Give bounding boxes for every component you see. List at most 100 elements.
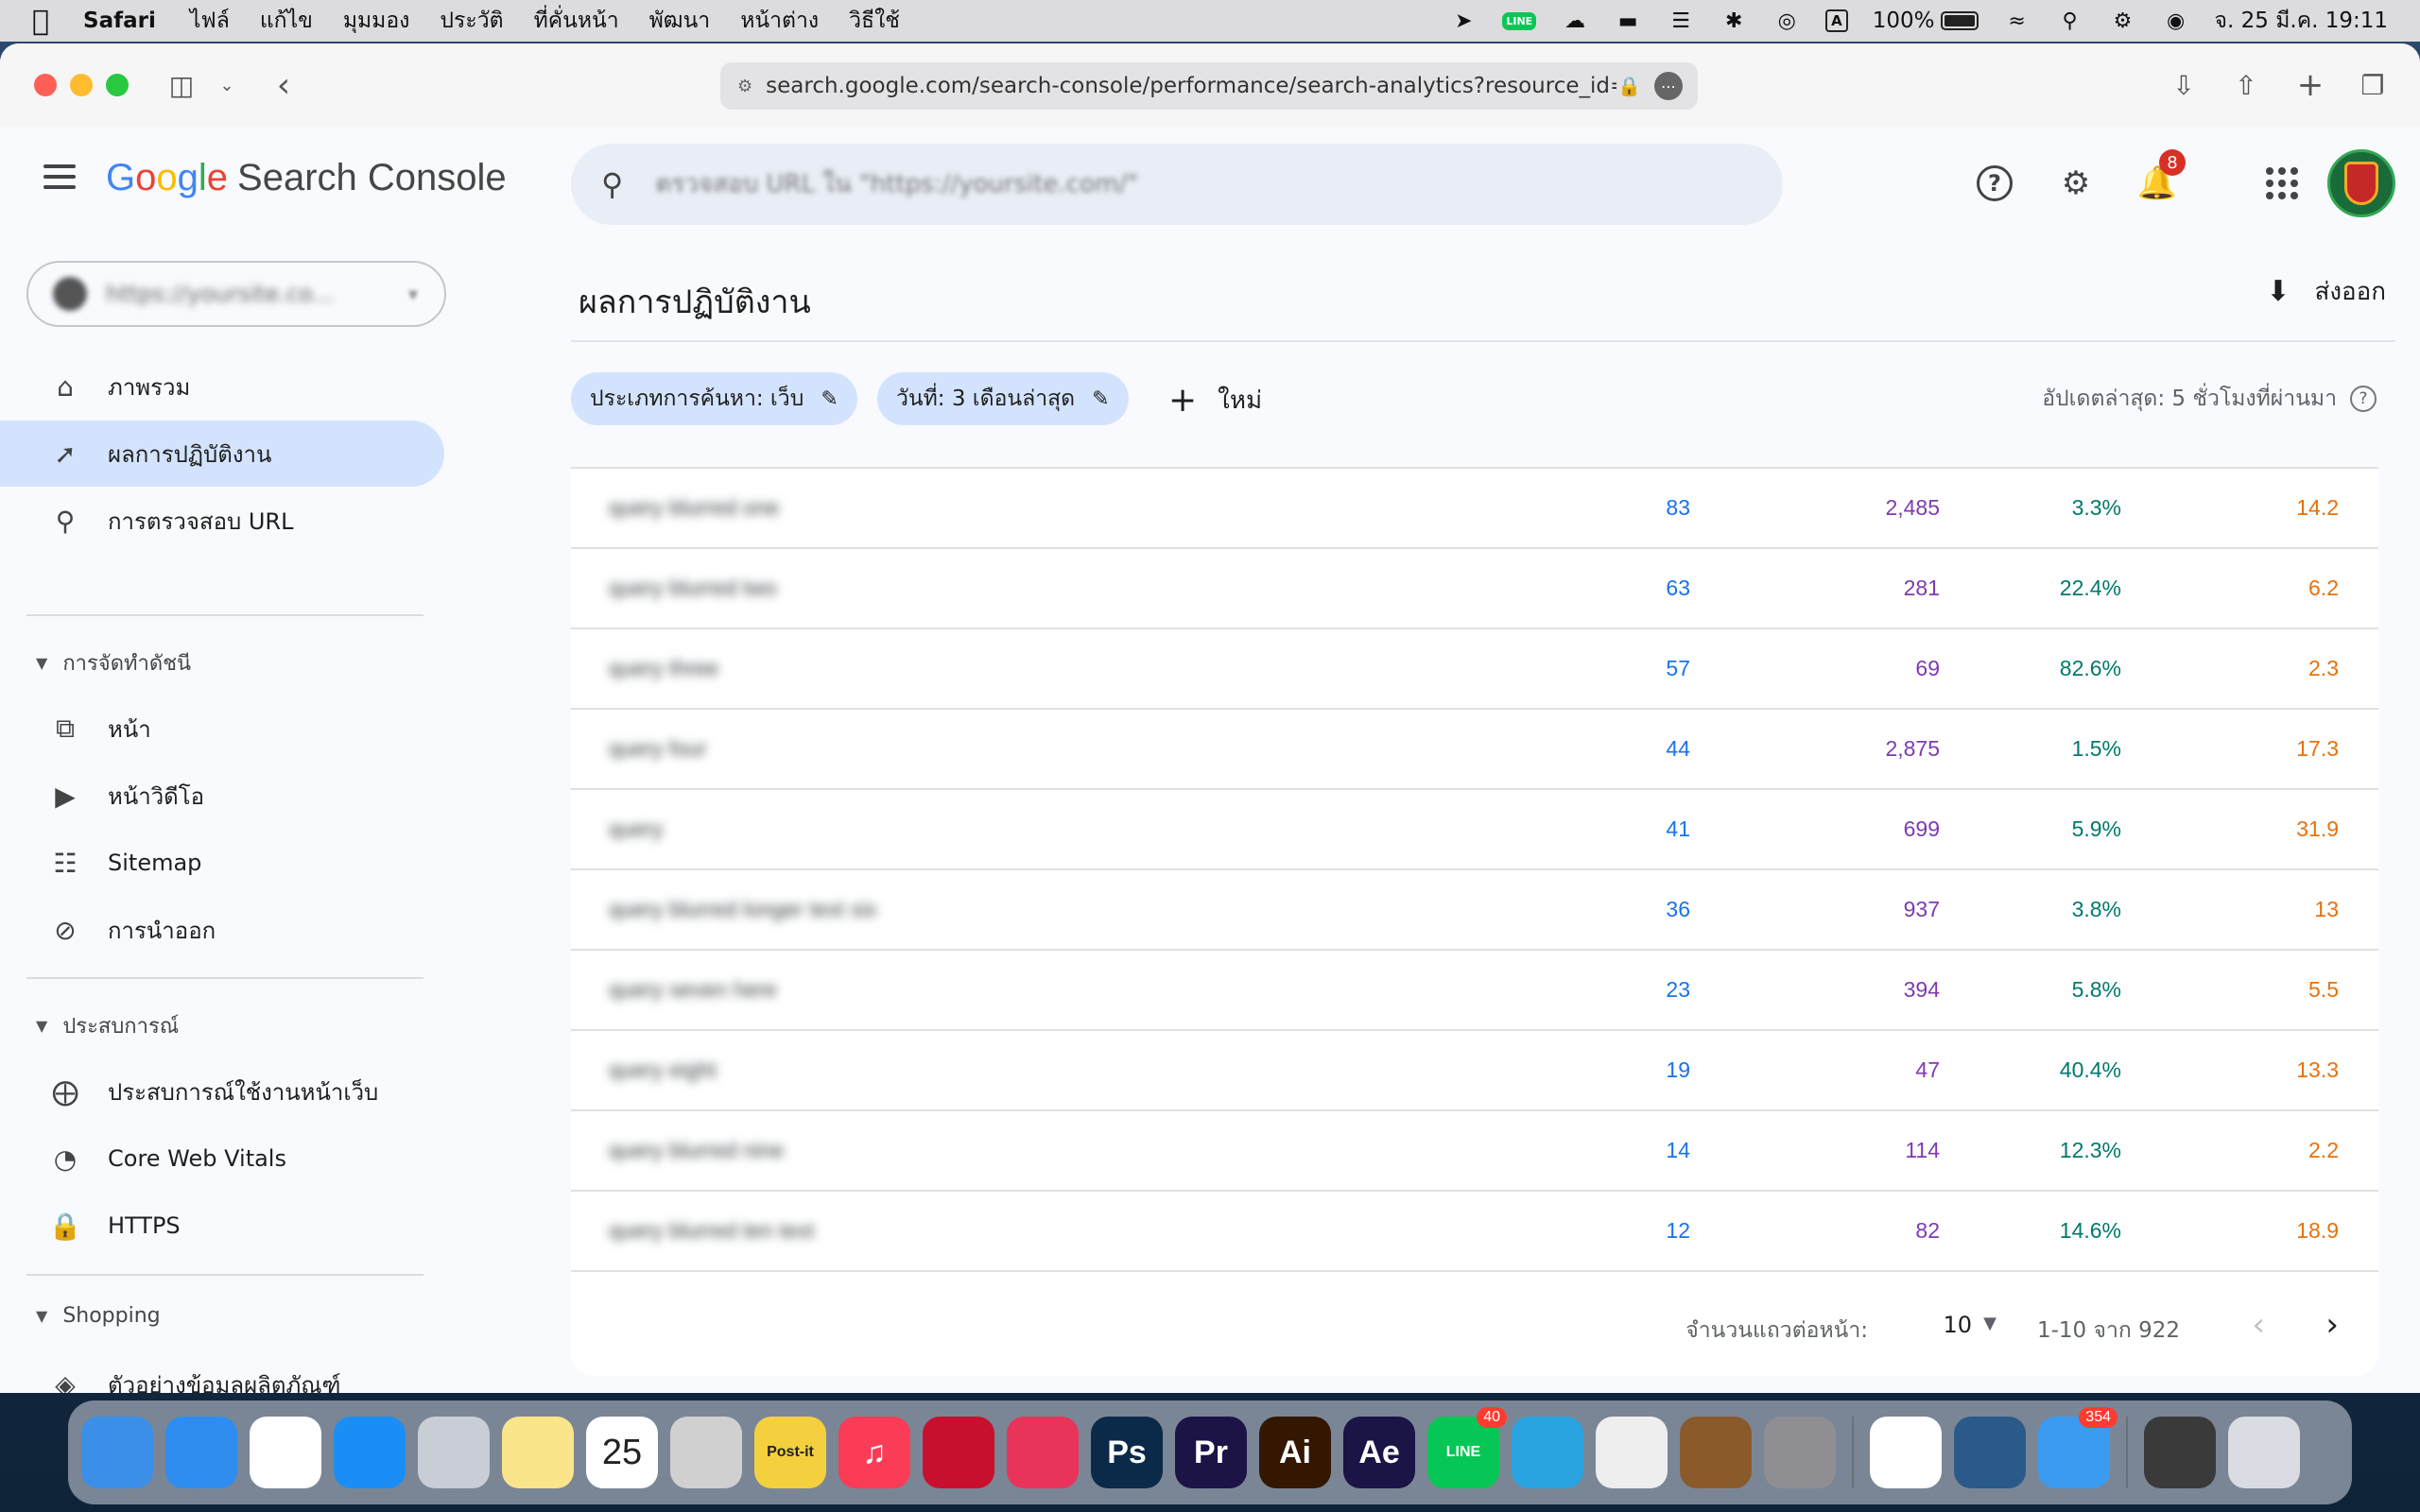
section-indexing[interactable]: ▼ การจัดทำดัชนี — [36, 646, 191, 679]
share-icon[interactable]: ⇧ — [2227, 66, 2265, 104]
menu-window[interactable]: หน้าต่าง — [740, 4, 819, 38]
battery-status[interactable]: 100% — [1873, 9, 1979, 33]
line-menu-icon[interactable]: LINE — [1502, 11, 1537, 30]
search-input[interactable] — [655, 170, 1696, 198]
photoshop-icon[interactable]: Ps — [1091, 1417, 1163, 1488]
table-row[interactable]: query blurred two 63 281 22.4% 6.2 — [571, 549, 2378, 629]
sidebar-item-https[interactable]: 🔒 HTTPS — [0, 1193, 444, 1259]
table-row[interactable]: query eight 19 47 40.4% 13.3 — [571, 1031, 2378, 1111]
search-console-logo[interactable]: Google Search Console — [106, 157, 507, 199]
sidebar-item-url-inspection[interactable]: ⚲ การตรวจสอบ URL — [0, 488, 444, 554]
next-page-button[interactable]: › — [2325, 1306, 2339, 1344]
more-options-icon[interactable]: ⋯ — [1654, 72, 1683, 100]
control-center-icon[interactable]: ⚙ — [2109, 9, 2137, 33]
table-row[interactable]: query four 44 2,875 1.5% 17.3 — [571, 710, 2378, 790]
table-row[interactable]: query blurred one 83 2,485 3.3% 14.2 — [571, 469, 2378, 549]
safari-icon[interactable] — [165, 1417, 237, 1488]
url-inspection-search[interactable]: ⚲ — [571, 144, 1783, 225]
google-apps-icon[interactable] — [2261, 163, 2303, 204]
bluetooth-icon[interactable]: ✱ — [1720, 9, 1748, 33]
add-filter-button[interactable]: + ใหม่ — [1168, 376, 1262, 423]
filter-chip-search-type[interactable]: ประเภทการค้นหา: เว็บ ✎ — [571, 372, 857, 425]
telegram-icon[interactable] — [1512, 1417, 1583, 1488]
after-effects-icon[interactable]: Ae — [1343, 1417, 1415, 1488]
trash-icon[interactable] — [2228, 1417, 2300, 1488]
previous-page-button[interactable]: ‹ — [2252, 1306, 2265, 1344]
help-icon[interactable]: ? — [1974, 163, 2015, 204]
spotlight-search-icon[interactable]: ⚲ — [2056, 9, 2084, 33]
section-shopping[interactable]: ▼ Shopping — [36, 1304, 161, 1328]
sidebar-item-performance[interactable]: ➚ ผลการปฏิบัติงาน — [0, 421, 444, 487]
photos-icon[interactable] — [1870, 1417, 1942, 1488]
acrobat-icon[interactable] — [923, 1417, 994, 1488]
photo-booth-icon[interactable] — [1680, 1417, 1752, 1488]
airdrop-icon[interactable]: ◎ — [1772, 9, 1801, 33]
close-window-button[interactable] — [34, 74, 57, 96]
manage-users-icon[interactable]: ⚙ — [2055, 163, 2097, 204]
site-settings-icon[interactable]: ⚙ — [737, 77, 752, 96]
table-row[interactable]: query blurred longer text six 36 937 3.8% 13 — [571, 870, 2378, 951]
wifi-icon[interactable]: ≈ — [2003, 9, 2031, 33]
quicktime-icon[interactable] — [1954, 1417, 2026, 1488]
input-source-indicator[interactable]: A — [1825, 9, 1848, 32]
sidebar-item-video-pages[interactable]: ▶ หน้าวิดีโอ — [0, 763, 444, 829]
stack-icon[interactable]: ☰ — [1667, 9, 1695, 33]
menu-bookmarks[interactable]: ที่คั่นหน้า — [534, 4, 619, 38]
sidebar-item-core-web-vitals[interactable]: ◔ Core Web Vitals — [0, 1125, 444, 1192]
creative-cloud-menu-icon[interactable]: ☁ — [1561, 9, 1589, 33]
sidebar-toggle-icon[interactable]: ◫ — [163, 66, 200, 104]
table-row[interactable]: query 41 699 5.9% 31.9 — [571, 790, 2378, 870]
sidebar-item-overview[interactable]: ⌂ ภาพรวม — [0, 353, 444, 420]
music-icon[interactable]: ♫ — [838, 1417, 910, 1488]
tab-overview-icon[interactable]: ❐ — [2354, 66, 2392, 104]
zoom-window-button[interactable] — [106, 74, 129, 96]
post-it-icon[interactable]: Post-it — [754, 1417, 826, 1488]
sidebar-item-page-experience[interactable]: ⨁ ประสบการณ์ใช้งานหน้าเว็บ — [0, 1058, 444, 1125]
sidebar-item-product-snippets[interactable]: ◈ ตัวอย่างข้อมูลผลิตภัณฑ์ — [0, 1351, 444, 1394]
app-menu[interactable]: Safari — [83, 9, 156, 33]
system-settings-icon[interactable] — [1764, 1417, 1836, 1488]
table-row[interactable]: query three 57 69 82.6% 2.3 — [571, 629, 2378, 710]
table-row[interactable]: query blurred nine 14 114 12.3% 2.2 — [571, 1111, 2378, 1192]
sidebar-item-pages[interactable]: ⧉ หน้า — [0, 696, 444, 762]
premiere-icon[interactable]: Pr — [1175, 1417, 1247, 1488]
screenshot-icon[interactable] — [670, 1417, 742, 1488]
section-experience[interactable]: ▼ ประสบการณ์ — [36, 1009, 179, 1042]
filter-chip-date[interactable]: วันที่: 3 เดือนล่าสุด ✎ — [877, 372, 1129, 425]
menu-edit[interactable]: แก้ไข — [260, 4, 313, 38]
export-button[interactable]: ⬇ ส่งออก — [2266, 272, 2386, 311]
menu-develop[interactable]: พัฒนา — [649, 4, 711, 38]
new-tab-button[interactable]: + — [2291, 66, 2329, 104]
menu-history[interactable]: ประวัติ — [440, 4, 503, 38]
menu-clock[interactable]: จ. 25 มี.ค. 19:11 — [2215, 4, 2388, 38]
line-icon[interactable]: LINE 40 — [1427, 1407, 1507, 1488]
launchpad-icon[interactable] — [418, 1417, 490, 1488]
main-menu-icon[interactable] — [43, 164, 76, 189]
address-bar[interactable]: ⚙ search.google.com/search-console/perfo… — [720, 62, 1698, 110]
sidebar-item-sitemap[interactable]: ☷ Sitemap — [0, 830, 444, 896]
rows-per-page-select[interactable]: 10 — [1943, 1312, 1972, 1338]
account-avatar[interactable] — [2327, 149, 2395, 217]
finder-icon[interactable] — [81, 1417, 153, 1488]
help-icon[interactable]: ? — [2350, 386, 2377, 412]
creative-cloud-icon[interactable] — [1007, 1417, 1079, 1488]
illustrator-icon[interactable]: Ai — [1259, 1417, 1331, 1488]
property-selector[interactable]: https://yoursite.co... ▾ — [26, 261, 446, 327]
location-arrow-icon[interactable]: ➤ — [1449, 9, 1478, 33]
chevron-down-icon[interactable]: ⌄ — [216, 66, 238, 104]
minimize-window-button[interactable] — [70, 74, 93, 96]
podcast-icon[interactable] — [1596, 1417, 1668, 1488]
app-store-icon[interactable] — [334, 1417, 406, 1488]
table-row[interactable]: query seven here 23 394 5.8% 5.5 — [571, 951, 2378, 1031]
siri-icon[interactable]: ◉ — [2162, 9, 2190, 33]
menu-file[interactable]: ไฟล์ — [190, 4, 230, 38]
wd-drive-icon[interactable]: ▬ — [1614, 9, 1642, 33]
calendar-icon[interactable]: 25 — [586, 1417, 658, 1488]
sidebar-item-removals[interactable]: ⊘ การนำออก — [0, 897, 444, 963]
mail-icon[interactable]: 354 — [2038, 1407, 2118, 1488]
notes-icon[interactable] — [502, 1417, 574, 1488]
table-row[interactable]: query blurred ten text 12 82 14.6% 18.9 — [571, 1192, 2378, 1272]
chrome-icon[interactable] — [250, 1417, 321, 1488]
notifications-bell-icon[interactable]: 🔔 8 — [2136, 149, 2186, 204]
chevron-down-icon[interactable]: ▼ — [1983, 1314, 1996, 1333]
